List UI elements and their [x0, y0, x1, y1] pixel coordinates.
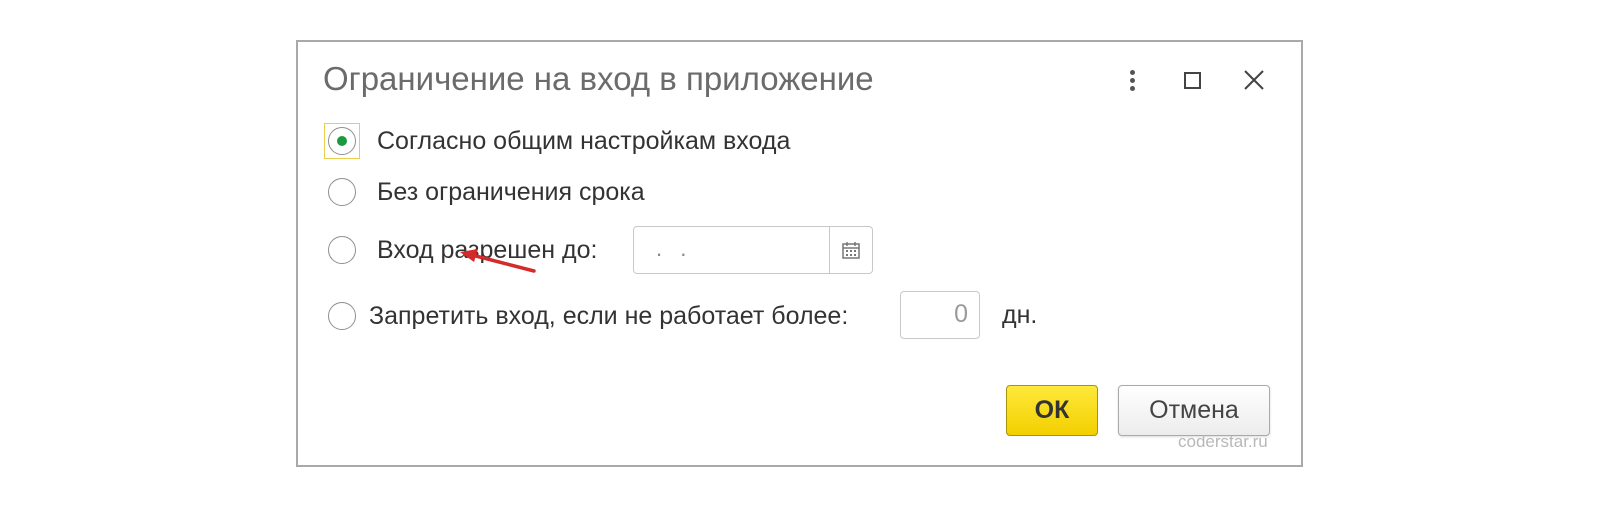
radio-focus-frame: [324, 123, 360, 159]
radio-frame: [324, 298, 360, 334]
cancel-button[interactable]: Отмена: [1118, 385, 1270, 436]
annotation-arrow-icon: [460, 249, 536, 273]
date-value[interactable]: . .: [634, 227, 829, 273]
maximize-button[interactable]: [1172, 60, 1212, 100]
option-no-limit[interactable]: Без ограничения срока: [324, 174, 645, 210]
option-label: Согласно общим настройкам входа: [377, 126, 791, 155]
radio-no-limit[interactable]: [328, 178, 356, 206]
radio-frame: [324, 232, 360, 268]
option-general-settings[interactable]: Согласно общим настройкам входа: [324, 123, 790, 159]
close-icon: [1244, 70, 1264, 90]
radio-general-settings[interactable]: [328, 127, 356, 155]
option-deny-if-inactive[interactable]: Запретить вход, если не работает более:: [324, 298, 848, 334]
date-input[interactable]: . .: [633, 226, 873, 274]
watermark: coderstar.ru: [1178, 432, 1268, 451]
radio-allowed-until[interactable]: [328, 236, 356, 264]
calendar-button[interactable]: [829, 227, 872, 273]
dialog-title: Ограничение на вход в приложение: [323, 60, 874, 97]
radio-frame: [324, 174, 360, 210]
radio-deny-if-inactive[interactable]: [328, 302, 356, 330]
ok-button[interactable]: ОК: [1006, 385, 1098, 436]
radio-selected-dot: [337, 136, 347, 146]
close-button[interactable]: [1234, 60, 1274, 100]
maximize-icon: [1183, 71, 1201, 89]
more-vertical-icon: [1129, 67, 1135, 94]
days-unit-label: дн.: [1002, 301, 1038, 329]
calendar-icon: [842, 242, 860, 259]
option-label: Запретить вход, если не работает более:: [369, 301, 849, 330]
option-label: Без ограничения срока: [377, 177, 645, 206]
more-actions-button[interactable]: [1112, 60, 1152, 100]
login-restriction-dialog: Ограничение на вход в приложение Согласн…: [296, 40, 1303, 467]
inactive-days-input[interactable]: 0: [900, 291, 980, 339]
